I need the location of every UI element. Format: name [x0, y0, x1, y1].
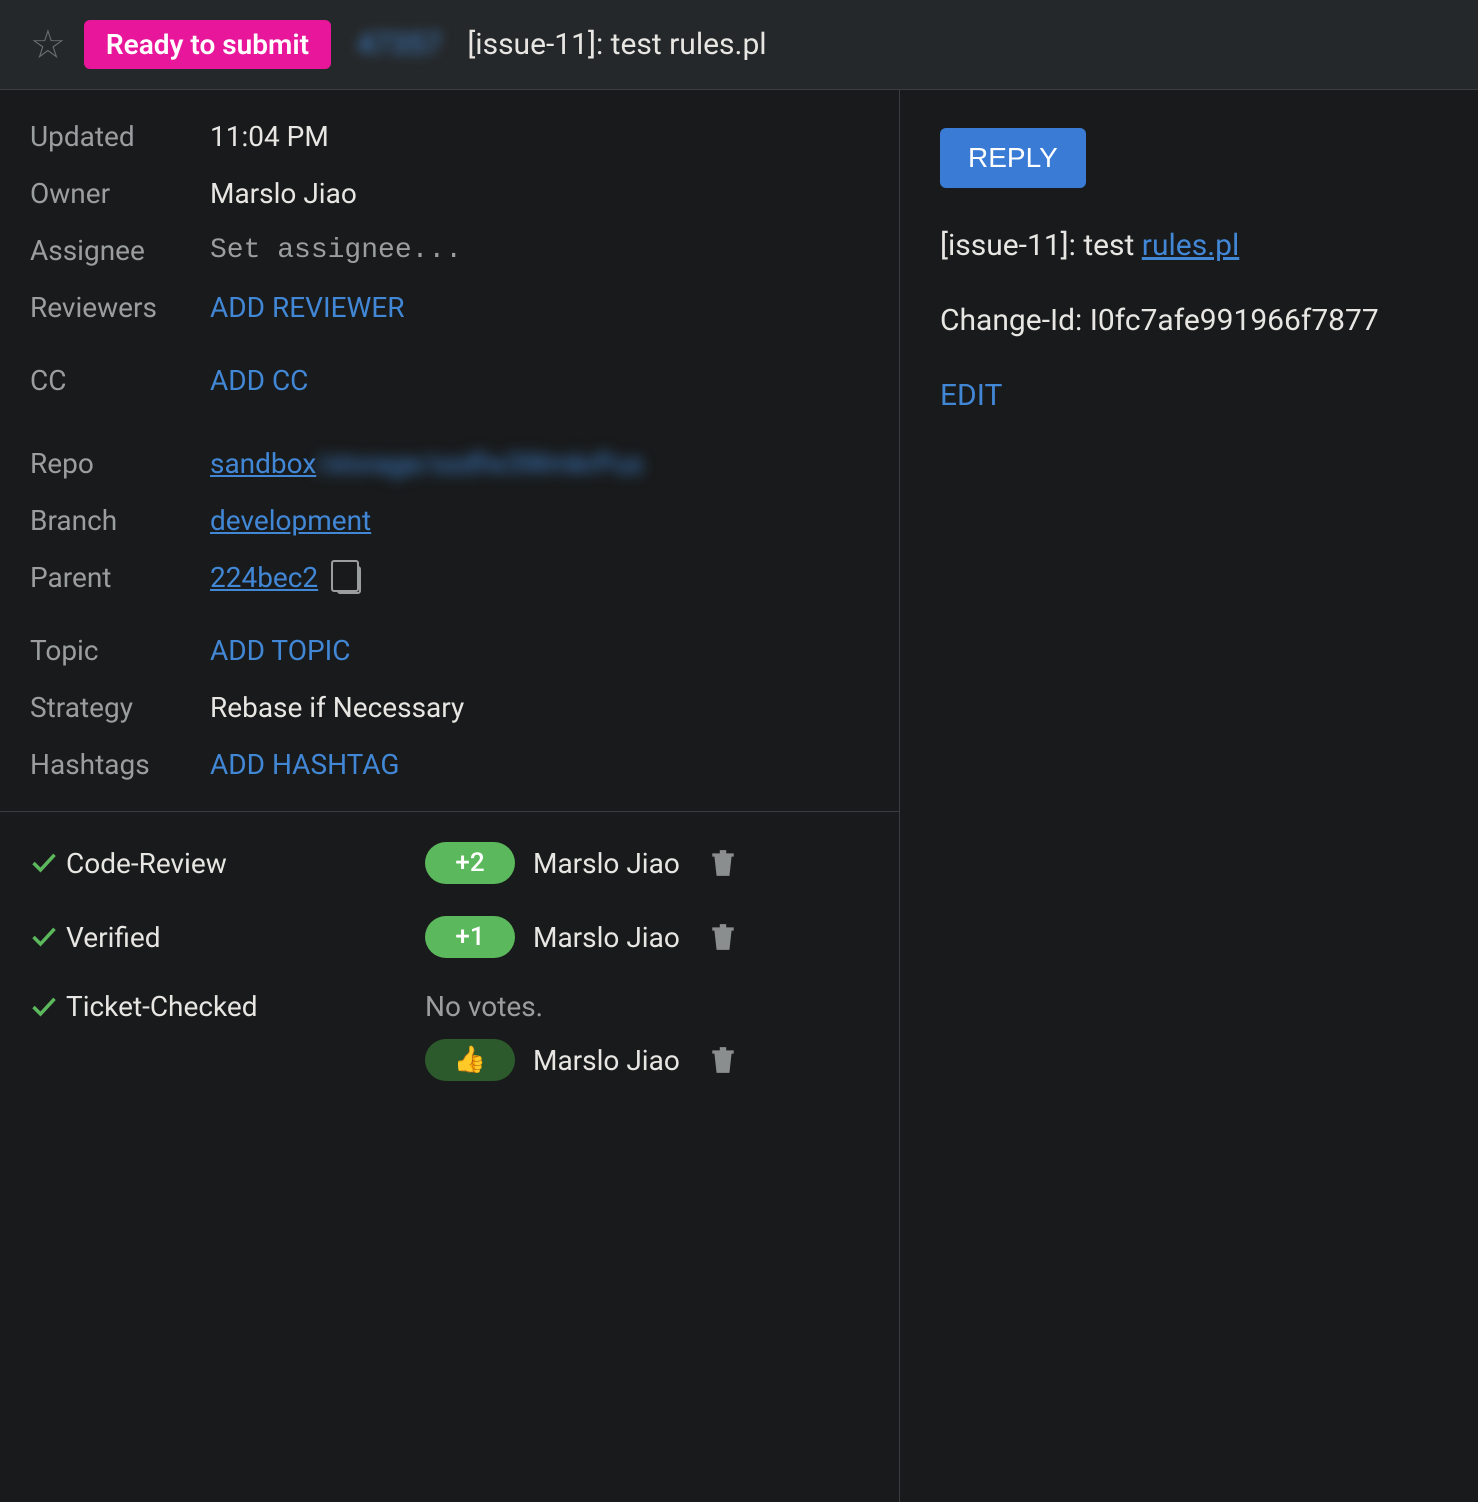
left-panel: Updated 11:04 PM Owner Marslo Jiao Assig…	[0, 90, 900, 1502]
meta-row-parent: Parent 224bec2	[30, 561, 869, 594]
meta-row-updated: Updated 11:04 PM	[30, 120, 869, 153]
change-title: [issue-11]: test rules.pl	[467, 27, 766, 62]
code-review-label: Code-Review	[66, 847, 227, 880]
commit-link[interactable]: rules.pl	[1142, 228, 1239, 263]
add-hashtag-button[interactable]: ADD HASHTAG	[210, 748, 399, 781]
verified-voter[interactable]: Marslo Jiao	[533, 921, 680, 954]
meta-row-repo: Repo sandbox/storage/ssdfw3WmkrPus	[30, 447, 869, 480]
updated-value: 11:04 PM	[210, 120, 329, 153]
verified-label: Verified	[66, 921, 161, 954]
hashtags-label: Hashtags	[30, 748, 210, 781]
ticket-checked-label: Ticket-Checked	[66, 990, 258, 1023]
meta-row-strategy: Strategy Rebase if Necessary	[30, 691, 869, 724]
strategy-value: Rebase if Necessary	[210, 691, 464, 724]
topic-label: Topic	[30, 634, 210, 667]
repo-link[interactable]: sandbox	[210, 447, 316, 480]
add-cc-button[interactable]: ADD CC	[210, 364, 308, 397]
meta-row-owner: Owner Marslo Jiao	[30, 177, 869, 210]
right-panel: REPLY [issue-11]: test rules.pl Change-I…	[900, 90, 1478, 1502]
label-row-ticket-checked: Ticket-Checked No votes. 👍 Marslo Jiao	[30, 990, 869, 1081]
reply-button[interactable]: REPLY	[940, 128, 1086, 188]
strategy-label: Strategy	[30, 691, 210, 724]
owner-label: Owner	[30, 177, 210, 210]
add-reviewer-button[interactable]: ADD REVIEWER	[210, 291, 405, 324]
verified-vote-chip: +1	[425, 916, 515, 958]
check-icon	[30, 995, 58, 1019]
ticket-voter[interactable]: Marslo Jiao	[533, 1044, 680, 1077]
ticket-no-votes: No votes.	[425, 990, 736, 1023]
reviewers-label: Reviewers	[30, 291, 210, 324]
commit-prefix: [issue-11]: test	[940, 228, 1142, 263]
ticket-thumb-chip: 👍	[425, 1039, 515, 1081]
commit-message: [issue-11]: test rules.pl	[940, 228, 1438, 263]
branch-link[interactable]: development	[210, 504, 371, 537]
code-review-voter[interactable]: Marslo Jiao	[533, 847, 680, 880]
meta-row-branch: Branch development	[30, 504, 869, 537]
check-icon	[30, 925, 58, 949]
owner-value[interactable]: Marslo Jiao	[210, 177, 357, 210]
change-id-label: Change-Id:	[940, 303, 1090, 338]
status-badge: Ready to submit	[84, 20, 331, 69]
copy-icon[interactable]	[337, 566, 361, 594]
branch-label: Branch	[30, 504, 210, 537]
trash-icon[interactable]	[710, 1045, 736, 1075]
star-icon[interactable]: ☆	[30, 25, 66, 65]
label-row-code-review: Code-Review +2 Marslo Jiao	[30, 842, 869, 884]
repo-path-blurred: /storage/ssdfw3WmkrPus	[314, 447, 643, 480]
meta-row-hashtags: Hashtags ADD HASHTAG	[30, 748, 869, 781]
assignee-placeholder[interactable]: Set assignee...	[210, 235, 462, 266]
cc-label: CC	[30, 364, 210, 397]
trash-icon[interactable]	[710, 922, 736, 952]
parent-label: Parent	[30, 561, 210, 594]
labels-section: Code-Review +2 Marslo Jiao Verified	[0, 812, 899, 1143]
label-row-verified: Verified +1 Marslo Jiao	[30, 916, 869, 958]
metadata-section: Updated 11:04 PM Owner Marslo Jiao Assig…	[0, 90, 899, 812]
meta-row-cc: CC ADD CC	[30, 364, 869, 397]
change-id-value: I0fc7afe991966f7877	[1090, 303, 1379, 338]
edit-button[interactable]: EDIT	[940, 378, 1438, 413]
meta-row-assignee: Assignee Set assignee...	[30, 234, 869, 267]
change-id: Change-Id: I0fc7afe991966f7877	[940, 303, 1438, 338]
trash-icon[interactable]	[710, 848, 736, 878]
meta-row-topic: Topic ADD TOPIC	[30, 634, 869, 667]
change-header: ☆ Ready to submit 47357 [issue-11]: test…	[0, 0, 1478, 90]
add-topic-button[interactable]: ADD TOPIC	[210, 634, 351, 667]
assignee-label: Assignee	[30, 234, 210, 267]
repo-label: Repo	[30, 447, 210, 480]
change-number[interactable]: 47357	[349, 27, 449, 62]
code-review-vote-chip: +2	[425, 842, 515, 884]
meta-row-reviewers: Reviewers ADD REVIEWER	[30, 291, 869, 324]
updated-label: Updated	[30, 120, 210, 153]
check-icon	[30, 851, 58, 875]
parent-link[interactable]: 224bec2	[210, 561, 318, 594]
